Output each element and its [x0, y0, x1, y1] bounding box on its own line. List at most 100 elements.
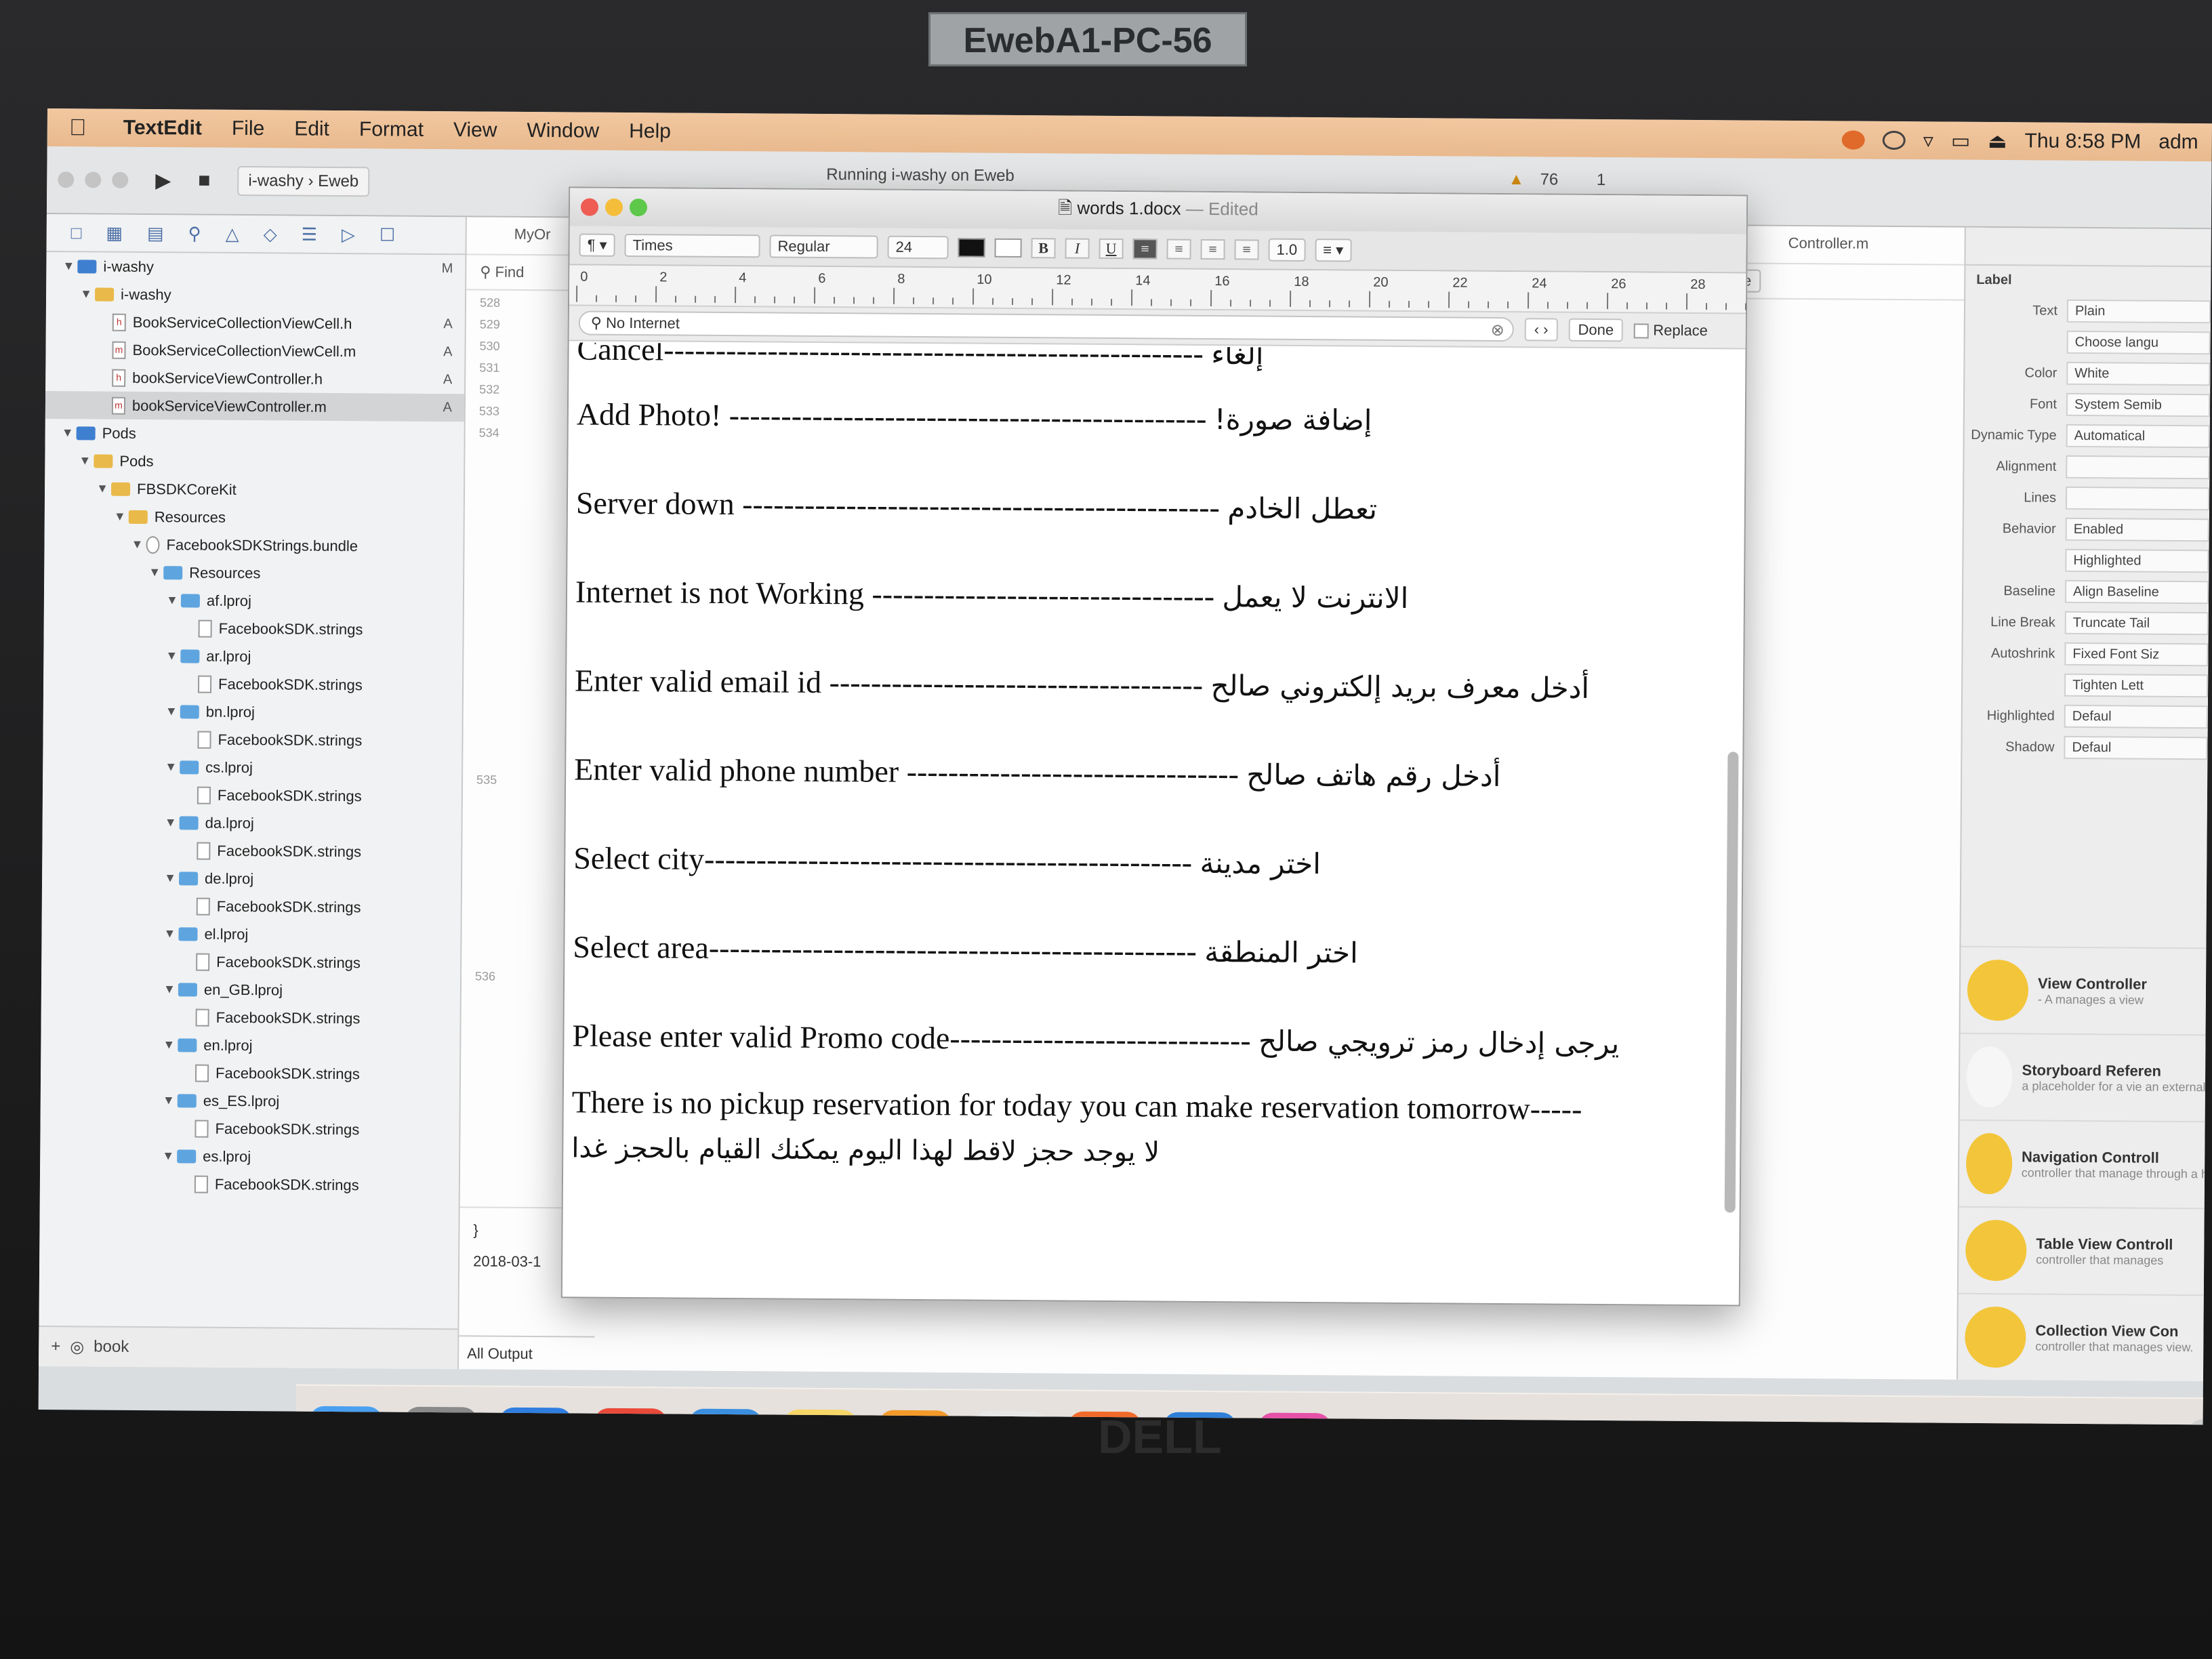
source-control-icon[interactable]: ▦: [106, 222, 123, 243]
file-tree-row[interactable]: h BookServiceCollectionViewCell.h A: [46, 308, 465, 338]
font-family-popup[interactable]: Times: [624, 233, 760, 258]
disclosure-triangle-icon[interactable]: ▼: [163, 697, 180, 725]
disclosure-triangle-icon[interactable]: ▼: [60, 252, 77, 280]
menu-help[interactable]: Help: [614, 120, 686, 144]
file-tree-row[interactable]: ▼ Pods: [45, 419, 464, 449]
file-tree-row[interactable]: FacebookSDK.strings: [41, 1058, 459, 1088]
file-tree-row[interactable]: FacebookSDK.strings: [43, 724, 462, 755]
minimized-window-thumbnail[interactable]: [1577, 1422, 1658, 1425]
inspector-value-field[interactable]: System Semib: [2066, 392, 2211, 417]
wifi-icon[interactable]: ▿: [1923, 129, 1933, 152]
file-tree-row[interactable]: ▼ bn.lproj: [43, 697, 462, 727]
menu-edit[interactable]: Edit: [279, 117, 344, 141]
file-tree-row[interactable]: ▼ i-washy: [46, 280, 465, 310]
inspector-value-field[interactable]: Highlighted: [2065, 548, 2209, 573]
text-color-swatch[interactable]: [958, 238, 985, 258]
file-tree-row[interactable]: ▼ en_GB.lproj: [41, 975, 460, 1005]
symbol-icon[interactable]: ▤: [147, 223, 164, 244]
library-item[interactable]: Table View Controll controller that manag…: [1958, 1206, 2205, 1295]
ruler[interactable]: 0 2 4 6 8 10 12 14 16 18 20 22 24 26 28: [569, 265, 1747, 314]
run-icon[interactable]: ▶: [155, 169, 171, 192]
disclosure-triangle-icon[interactable]: ▼: [160, 1086, 178, 1114]
inspector-value-field[interactable]: Align Baseline: [2064, 579, 2209, 605]
find-field[interactable]: ⚲ No Internet ⊗: [578, 310, 1514, 342]
issue-icon[interactable]: △: [226, 223, 239, 244]
debug-icon[interactable]: ☰: [302, 224, 318, 245]
file-tree-row[interactable]: FacebookSDK.strings: [44, 613, 463, 644]
filter-icon[interactable]: ◎: [70, 1337, 84, 1357]
xcode-zoom-button[interactable]: [112, 171, 129, 188]
chrome-icon[interactable]: ◉: [593, 1408, 668, 1425]
file-tree-row[interactable]: ▼ Pods: [45, 447, 464, 477]
file-tree-row[interactable]: FacebookSDK.strings: [43, 669, 462, 699]
xcode-simulator-icon[interactable]: ■: [688, 1408, 762, 1425]
inspector-value-field[interactable]: Enabled: [2065, 517, 2209, 542]
disclosure-triangle-icon[interactable]: ▼: [160, 1031, 178, 1059]
disclosure-triangle-icon[interactable]: ▼: [162, 753, 180, 781]
library-item[interactable]: Collection View Con controller that manag…: [1957, 1292, 2204, 1382]
report-icon[interactable]: ☐: [380, 224, 396, 245]
file-tree-row[interactable]: FacebookSDK.strings: [42, 836, 461, 866]
inspector-value-field[interactable]: Automatical: [2066, 424, 2210, 449]
document-body[interactable]: Cancel----------------------------------…: [562, 342, 1727, 1305]
airplay-icon[interactable]: ▭: [1951, 129, 1971, 152]
library-item[interactable]: Navigation Controll controller that manag…: [1959, 1119, 2205, 1208]
file-tree-row[interactable]: ▼ FacebookSDKStrings.bundle: [44, 530, 463, 560]
menu-app-name[interactable]: TextEdit: [108, 117, 217, 140]
inspector-value-field[interactable]: Fixed Font Siz: [2064, 642, 2209, 667]
file-tree-row[interactable]: m BookServiceCollectionViewCell.m A: [45, 335, 464, 366]
file-tree-row[interactable]: ▼ es_ES.lproj: [41, 1086, 459, 1116]
list-popup[interactable]: ≡ ▾: [1315, 239, 1352, 262]
file-tree-row[interactable]: ▼ en.lproj: [41, 1030, 459, 1061]
inspector-value-field[interactable]: Tighten Lett: [2064, 673, 2209, 698]
file-tree-row[interactable]: FacebookSDK.strings: [43, 780, 462, 811]
inspector-value-field[interactable]: Choose langu: [2066, 330, 2211, 355]
status-vpn-icon[interactable]: [1882, 130, 1906, 150]
file-tree-row[interactable]: h bookServiceViewController.h A: [45, 363, 464, 394]
file-tree-row[interactable]: FacebookSDK.strings: [42, 891, 461, 922]
line-spacing-popup[interactable]: 1.0: [1268, 238, 1306, 262]
file-tree-row[interactable]: ▼ af.lproj: [44, 586, 463, 616]
menu-window[interactable]: Window: [512, 119, 614, 143]
find-done-button[interactable]: Done: [1568, 318, 1624, 342]
minimized-window-thumbnail[interactable]: [1374, 1420, 1455, 1425]
library-item[interactable]: Storyboard Referen a placeholder for a vi…: [1959, 1032, 2206, 1122]
align-center-button[interactable]: ≡: [1166, 239, 1191, 260]
italic-button[interactable]: I: [1065, 238, 1090, 259]
disclosure-triangle-icon[interactable]: ▼: [161, 920, 178, 947]
file-tree-row[interactable]: ▼ el.lproj: [41, 919, 460, 949]
menu-format[interactable]: Format: [344, 118, 438, 142]
file-tree-row[interactable]: ▼ i-washy M: [46, 252, 465, 283]
minimized-window-thumbnail[interactable]: [1475, 1421, 1557, 1425]
menu-view[interactable]: View: [438, 119, 512, 142]
inspector-value-field[interactable]: White: [2066, 361, 2211, 386]
stop-icon[interactable]: ■: [198, 169, 210, 192]
disclosure-triangle-icon[interactable]: ▼: [111, 503, 129, 531]
replace-checkbox[interactable]: Replace: [1634, 321, 1708, 340]
disclosure-triangle-icon[interactable]: ▼: [161, 864, 179, 892]
menu-clock[interactable]: Thu 8:58 PM: [2024, 129, 2141, 153]
menu-file[interactable]: File: [217, 117, 280, 141]
test-icon[interactable]: ◇: [264, 224, 277, 245]
bold-button[interactable]: B: [1031, 238, 1056, 259]
disclosure-triangle-icon[interactable]: ▼: [159, 1142, 177, 1170]
disclosure-triangle-icon[interactable]: ▼: [77, 280, 95, 308]
disclosure-triangle-icon[interactable]: ▼: [162, 808, 180, 836]
highlight-color-swatch[interactable]: [994, 238, 1022, 258]
file-tree-row[interactable]: ▼ es.lproj: [40, 1141, 459, 1172]
folder-icon[interactable]: □: [71, 222, 82, 243]
itunes-icon[interactable]: ♫: [1257, 1412, 1332, 1425]
minimized-window-thumbnail[interactable]: [1780, 1423, 1862, 1425]
status-app-icon[interactable]: [1841, 130, 1865, 150]
disclosure-triangle-icon[interactable]: ▼: [59, 419, 77, 447]
inspector-value-field[interactable]: Defaul: [2064, 735, 2208, 760]
inspector-value-field[interactable]: [2065, 486, 2210, 511]
paragraph-style-popup[interactable]: ¶ ▾: [579, 233, 615, 257]
file-tree-row[interactable]: ▼ de.lproj: [42, 863, 461, 894]
inspector-value-field[interactable]: Truncate Tail: [2064, 611, 2209, 636]
font-size-popup[interactable]: 24: [887, 235, 949, 260]
breakpoint-icon[interactable]: ▷: [342, 224, 355, 245]
align-left-button[interactable]: ≡: [1132, 239, 1158, 260]
edited-status[interactable]: — Edited: [1186, 199, 1258, 220]
minimized-window-thumbnail[interactable]: [1679, 1422, 1760, 1425]
